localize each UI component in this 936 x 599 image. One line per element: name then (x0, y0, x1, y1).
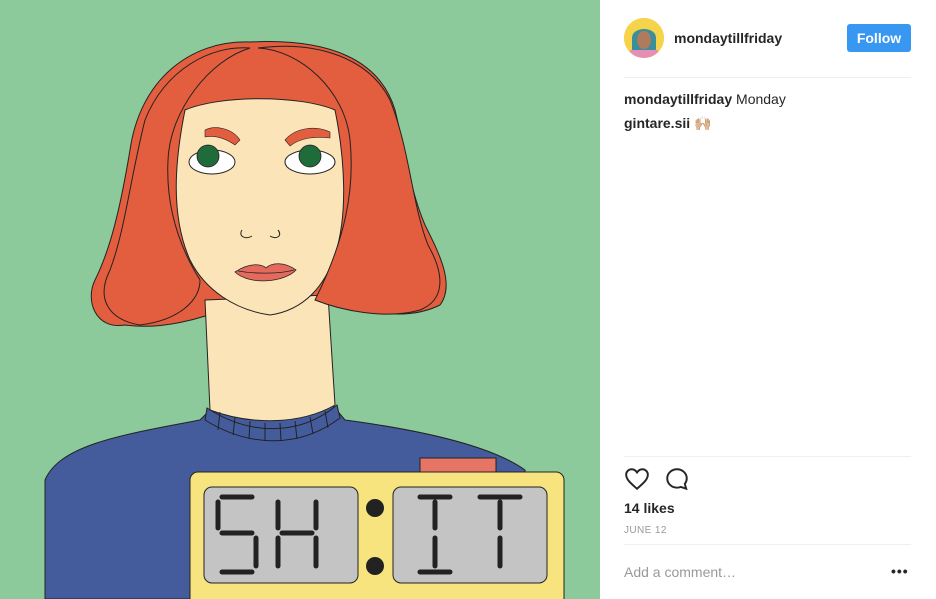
comment-divider (624, 544, 911, 545)
caption-username[interactable]: mondaytillfriday (624, 91, 732, 107)
heart-icon[interactable] (624, 466, 650, 492)
comment-input[interactable] (624, 561, 874, 583)
follow-button[interactable]: Follow (847, 24, 911, 52)
comment-item: gintare.sii 🙌🏼 (624, 114, 911, 132)
header-divider (624, 77, 911, 78)
post-header: mondaytillfriday Follow (624, 17, 911, 59)
avatar-image (624, 18, 664, 58)
avatar[interactable] (624, 18, 664, 58)
illustration-redhead-clock (0, 0, 600, 599)
comment-text: 🙌🏼 (694, 115, 712, 131)
comment-icon[interactable] (664, 466, 690, 492)
likes-count[interactable]: 14 likes (624, 500, 675, 516)
action-bar (624, 466, 704, 492)
post-username[interactable]: mondaytillfriday (674, 30, 782, 46)
caption: mondaytillfriday Monday (624, 90, 911, 108)
post-date: JUNE 12 (624, 525, 667, 536)
actions-divider (624, 456, 911, 457)
comment-list: mondaytillfriday Monday gintare.sii 🙌🏼 (624, 90, 911, 138)
caption-text: Monday (736, 91, 786, 107)
post-sidebar: mondaytillfriday Follow mondaytillfriday… (600, 0, 936, 599)
post-image[interactable] (0, 0, 600, 599)
comment-username[interactable]: gintare.sii (624, 115, 690, 131)
more-options-icon[interactable]: ••• (891, 563, 909, 579)
